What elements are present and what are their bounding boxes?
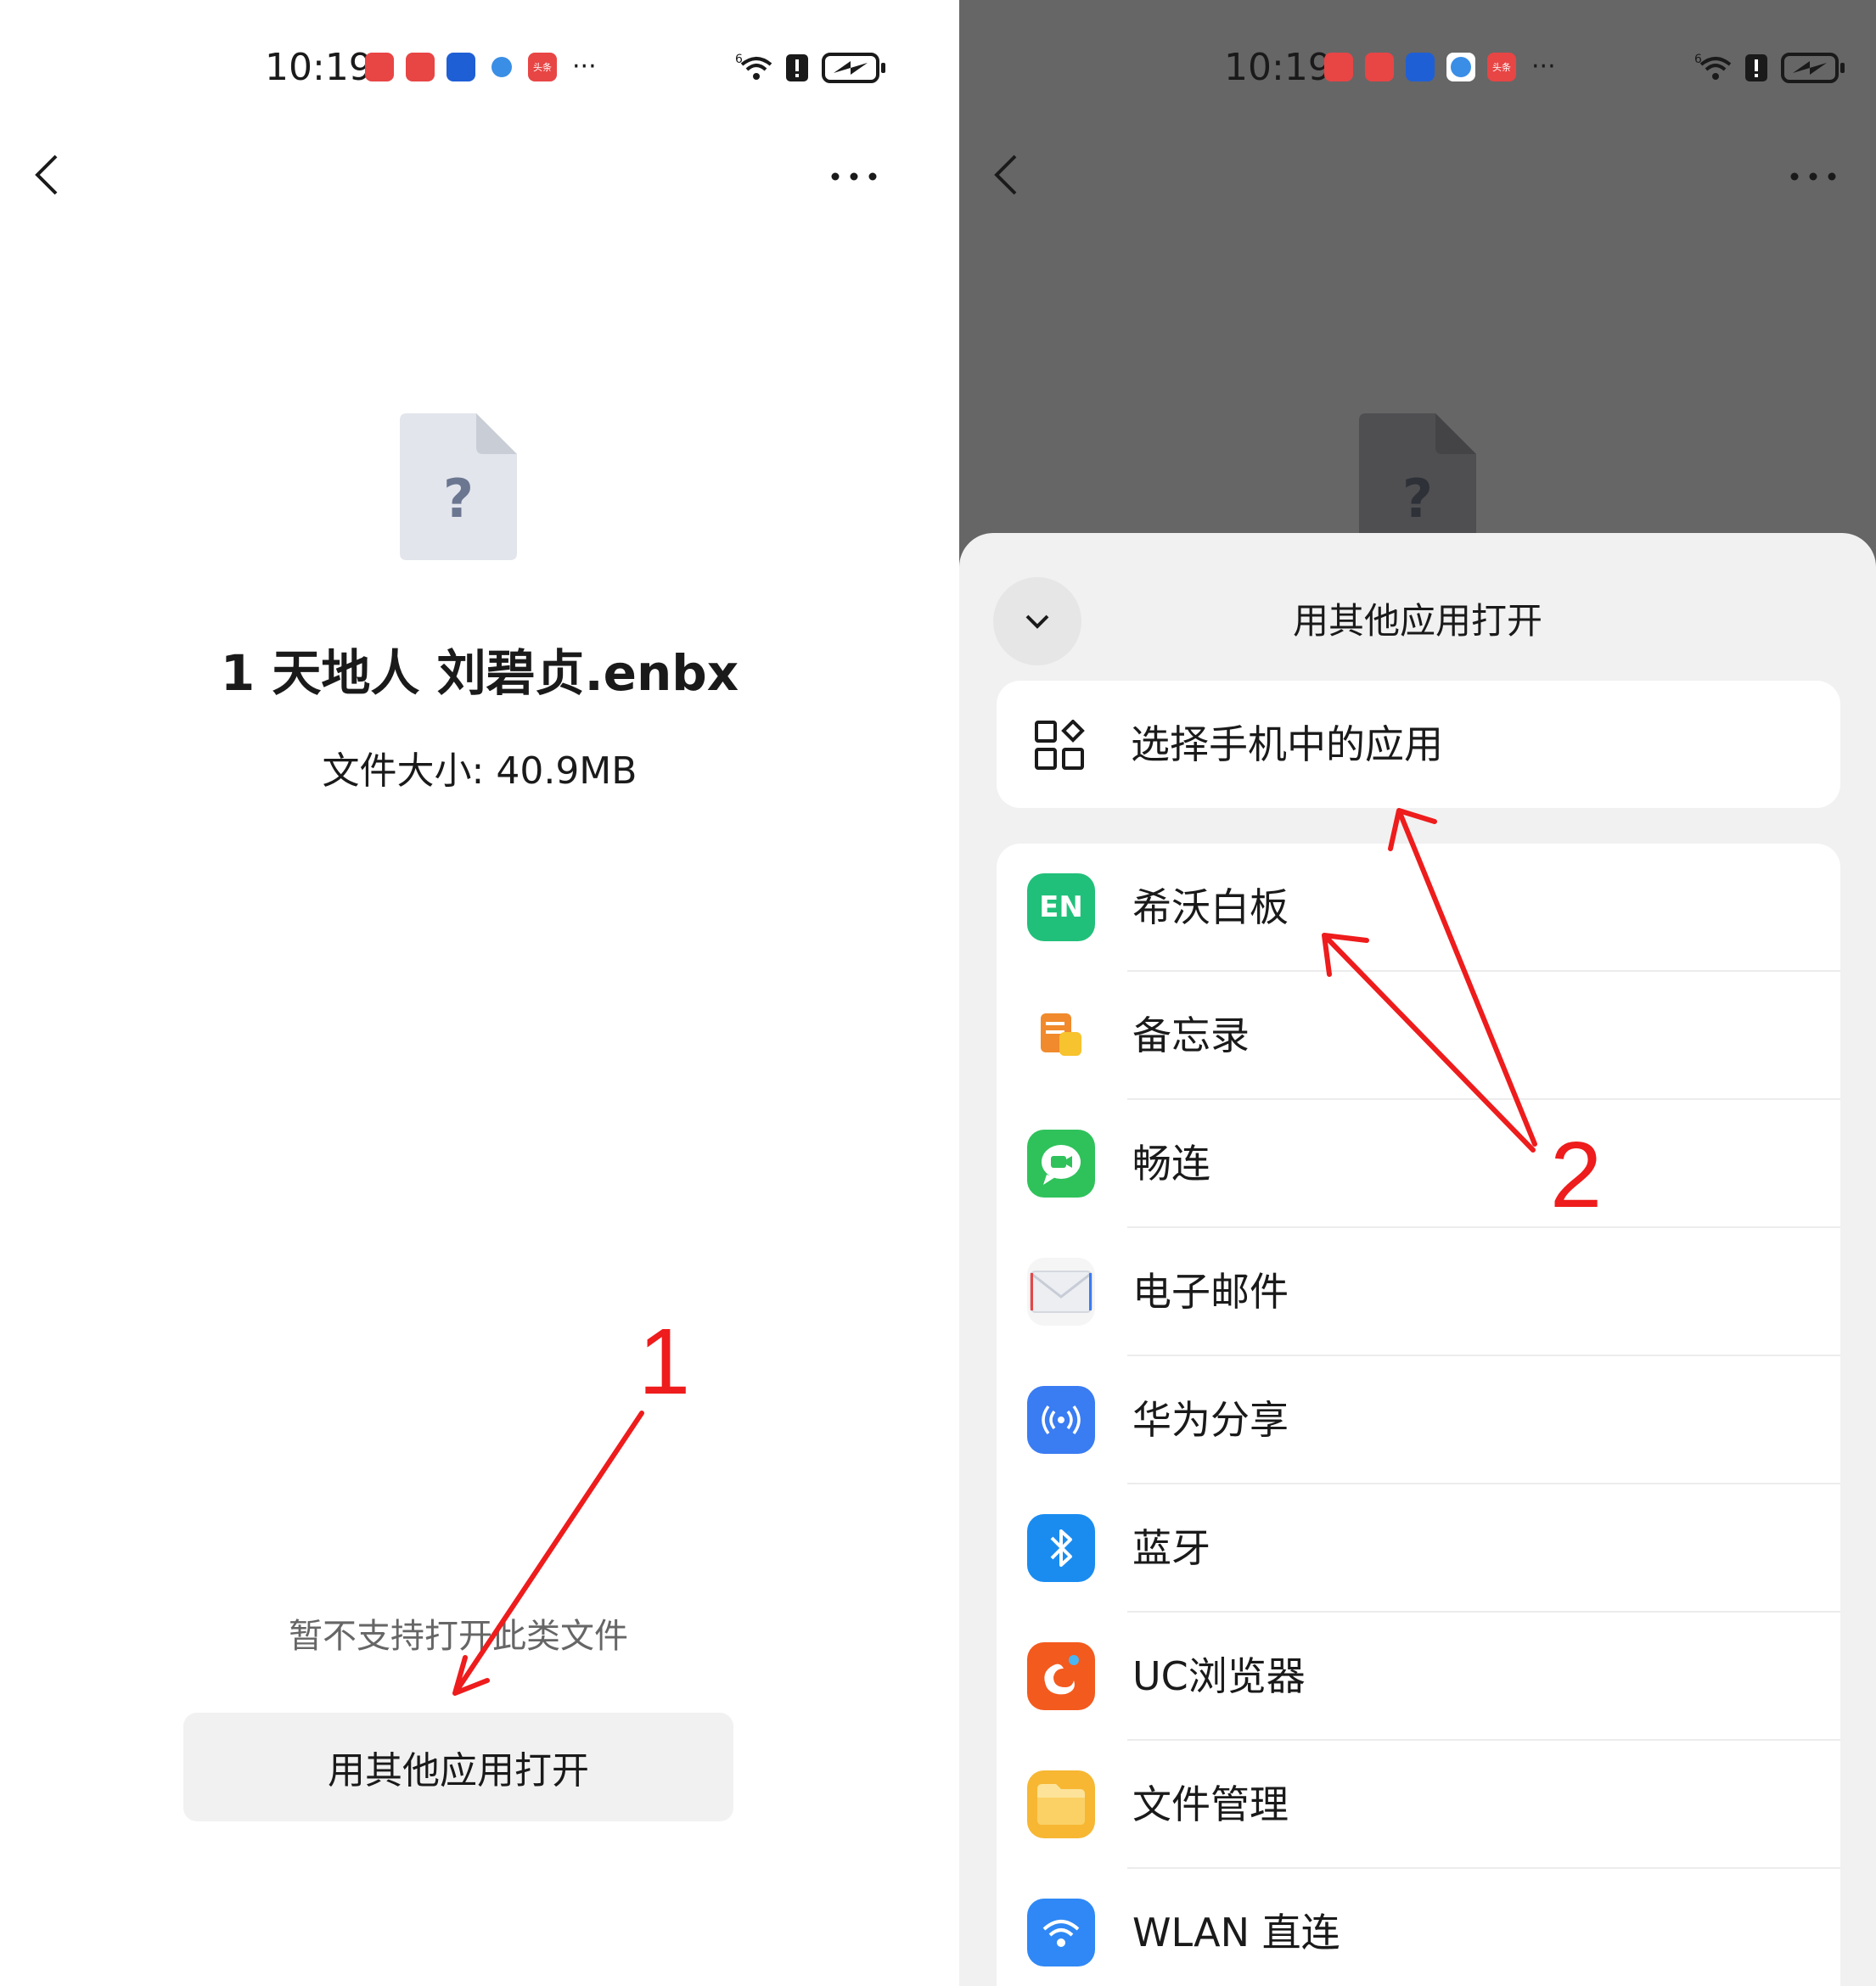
more-options-icon[interactable] bbox=[1788, 168, 1839, 185]
battery-charging-icon bbox=[822, 53, 885, 83]
more-notifications-icon: ··· bbox=[572, 52, 597, 81]
annotation-number-1: 1 bbox=[638, 1310, 691, 1414]
open-with-sheet: 用其他应用打开 选择手机中的应用 EN 希沃白板 备忘录 畅连 电子邮件 华为分… bbox=[959, 533, 1876, 1986]
huawei-appgallery-icon bbox=[365, 53, 394, 81]
wifi-icon: 6 bbox=[1694, 53, 1732, 80]
mail-icon bbox=[1027, 1258, 1095, 1326]
svg-text:?: ? bbox=[1402, 468, 1433, 530]
app-row-bluetooth[interactable]: 蓝牙 bbox=[997, 1484, 1840, 1613]
chat-icon bbox=[1027, 1130, 1095, 1198]
system-icons: 6 bbox=[1694, 49, 1845, 87]
svg-text:6: 6 bbox=[1694, 53, 1702, 66]
unsupported-message: 暂不支持打开此类文件 bbox=[289, 1617, 628, 1656]
share-icon bbox=[1027, 1386, 1095, 1454]
app-label: 华为分享 bbox=[1132, 1397, 1289, 1443]
status-bar: 10:19 头条 ··· 6 bbox=[0, 34, 959, 102]
tips-bulb-icon bbox=[447, 53, 475, 81]
app-label: WLAN 直连 bbox=[1132, 1910, 1340, 1955]
uc-icon bbox=[1027, 1642, 1095, 1710]
notification-icons: 头条 ··· bbox=[365, 53, 597, 81]
annotation-number-2: 2 bbox=[1550, 1123, 1603, 1227]
left-screen: 10:19 头条 ··· 6 ? 1 天地人 刘碧贞.enbx 文件大小: 40… bbox=[0, 0, 959, 1986]
toutiao-icon: 头条 bbox=[528, 53, 557, 81]
system-icons: 6 bbox=[735, 49, 886, 87]
app-label: UC浏览器 bbox=[1132, 1653, 1306, 1699]
wifi-icon: 6 bbox=[735, 53, 772, 80]
choose-phone-app-label: 选择手机中的应用 bbox=[1131, 721, 1443, 767]
wlan-icon bbox=[1027, 1899, 1095, 1966]
file-name: 1 天地人 刘碧贞.enbx bbox=[220, 644, 739, 702]
browser-icon bbox=[487, 53, 516, 81]
open-with-other-app-button[interactable]: 用其他应用打开 bbox=[183, 1713, 733, 1821]
app-label: 文件管理 bbox=[1132, 1781, 1289, 1827]
app-row-memo[interactable]: 备忘录 bbox=[997, 972, 1840, 1100]
app-row-file-manager[interactable]: 文件管理 bbox=[997, 1741, 1840, 1869]
app-row-uc-browser[interactable]: UC浏览器 bbox=[997, 1613, 1840, 1741]
browser-icon bbox=[1446, 53, 1475, 81]
app-label: 畅连 bbox=[1132, 1141, 1210, 1187]
app-label: 备忘录 bbox=[1132, 1013, 1250, 1058]
status-time: 10:19 bbox=[265, 46, 373, 89]
huawei-appgallery-icon bbox=[1365, 53, 1394, 81]
more-notifications-icon: ··· bbox=[1531, 52, 1556, 81]
more-options-icon[interactable] bbox=[828, 168, 879, 185]
file-size: 文件大小: 40.9MB bbox=[322, 749, 638, 793]
seewo-icon: EN bbox=[1027, 873, 1095, 941]
sheet-title: 用其他应用打开 bbox=[1292, 600, 1542, 642]
status-time: 10:19 bbox=[1224, 46, 1332, 89]
back-icon[interactable] bbox=[24, 149, 75, 200]
app-row-huawei-share[interactable]: 华为分享 bbox=[997, 1356, 1840, 1484]
huawei-appgallery-icon bbox=[1324, 53, 1353, 81]
app-label: 希沃白板 bbox=[1132, 884, 1289, 930]
tips-bulb-icon bbox=[1406, 53, 1435, 81]
app-row-wlan-direct[interactable]: WLAN 直连 bbox=[997, 1869, 1840, 1986]
app-list: EN 希沃白板 备忘录 畅连 电子邮件 华为分享 蓝牙 UC浏览器 文件管理 W… bbox=[997, 844, 1840, 1986]
folder-icon bbox=[1027, 1770, 1095, 1838]
app-label: 电子邮件 bbox=[1132, 1269, 1289, 1315]
memo-icon bbox=[1027, 1001, 1095, 1069]
toutiao-icon: 头条 bbox=[1487, 53, 1516, 81]
app-grid-icon bbox=[1035, 720, 1085, 770]
bluetooth-icon bbox=[1027, 1514, 1095, 1582]
svg-text:?: ? bbox=[443, 468, 474, 530]
unknown-file-icon: ? bbox=[400, 413, 517, 560]
app-row-email[interactable]: 电子邮件 bbox=[997, 1228, 1840, 1356]
choose-phone-app-button[interactable]: 选择手机中的应用 bbox=[997, 681, 1840, 808]
huawei-appgallery-icon bbox=[406, 53, 435, 81]
back-icon[interactable] bbox=[983, 149, 1034, 200]
app-row-seewo[interactable]: EN 希沃白板 bbox=[997, 844, 1840, 972]
svg-text:6: 6 bbox=[735, 53, 743, 66]
app-label: 蓝牙 bbox=[1132, 1525, 1210, 1571]
battery-charging-icon bbox=[1781, 53, 1845, 83]
alert-icon bbox=[786, 54, 808, 81]
app-row-meetime[interactable]: 畅连 bbox=[997, 1100, 1840, 1228]
alert-icon bbox=[1745, 54, 1767, 81]
right-screen: 10:19 头条 ··· 6 ? 用其他应用打开 选择手机中的应用 EN 希沃白… bbox=[959, 0, 1876, 1986]
status-bar: 10:19 头条 ··· 6 bbox=[959, 34, 1876, 102]
notification-icons: 头条 ··· bbox=[1324, 53, 1556, 81]
